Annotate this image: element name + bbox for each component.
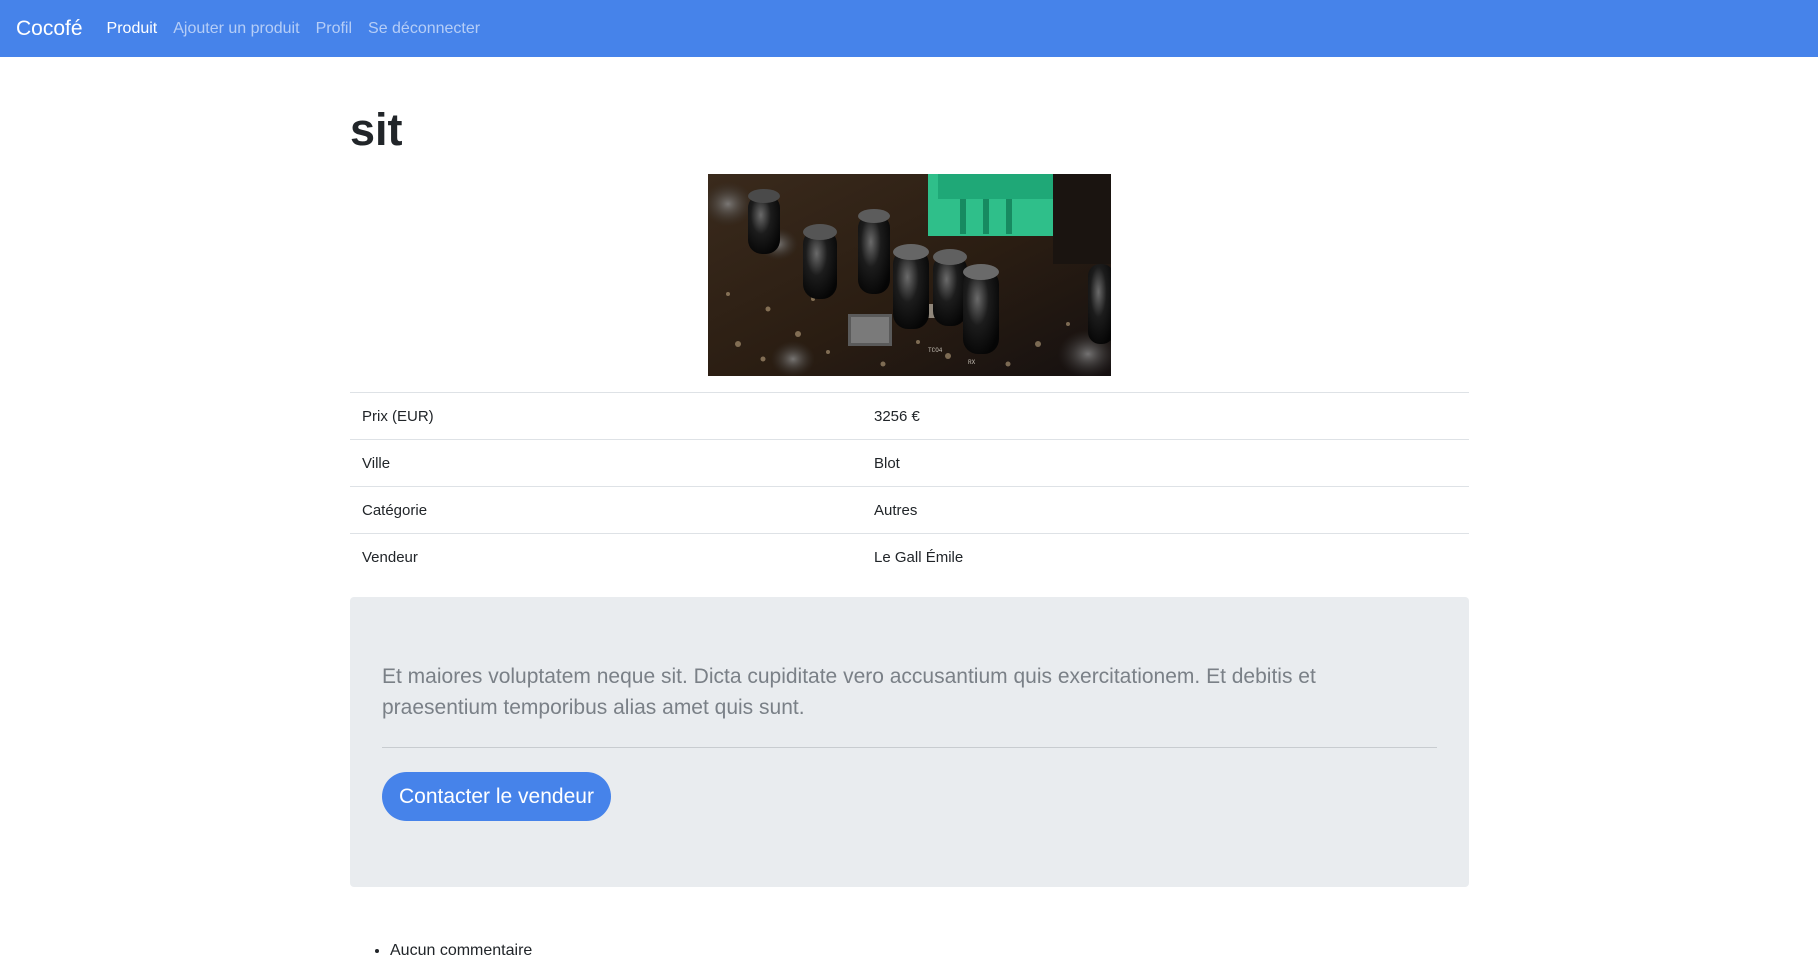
top-navbar: Cocofé Produit Ajouter un produit Profil… (0, 0, 1818, 57)
detail-label-categorie: Catégorie (350, 486, 862, 534)
product-description: Et maiores voluptatem neque sit. Dicta c… (382, 664, 1316, 719)
nav-link-produit[interactable]: Produit (107, 20, 158, 38)
product-image-wrap: TCO4 RX (350, 174, 1469, 376)
svg-text:RX: RX (968, 359, 976, 366)
product-image: TCO4 RX (708, 174, 1111, 376)
main-content: sit TCO4 RX Prix (EUR) 3256 € Ville Blot… (350, 57, 1469, 960)
product-details-table: Prix (EUR) 3256 € Ville Blot Catégorie A… (350, 392, 1469, 581)
table-row: Ville Blot (350, 439, 1469, 487)
detail-value-categorie: Autres (862, 486, 1469, 534)
page-title: sit (350, 104, 403, 155)
table-row: Vendeur Le Gall Émile (350, 533, 1469, 581)
nav-link-deconnecter[interactable]: Se déconnecter (368, 20, 480, 38)
detail-label-prix: Prix (EUR) (350, 392, 862, 440)
detail-label-ville: Ville (350, 439, 862, 487)
detail-label-vendeur: Vendeur (350, 533, 862, 581)
detail-value-vendeur: Le Gall Émile (862, 533, 1469, 581)
detail-value-ville: Blot (862, 439, 1469, 487)
brand-logo[interactable]: Cocofé (16, 17, 83, 41)
contact-seller-button[interactable]: Contacter le vendeur (382, 771, 611, 821)
list-item: Aucun commentaire (390, 942, 1469, 960)
svg-text:TCO4: TCO4 (928, 347, 943, 354)
comments-list: Aucun commentaire (350, 942, 1469, 960)
divider (382, 746, 1437, 748)
nav-link-ajouter-produit[interactable]: Ajouter un produit (173, 20, 299, 38)
table-row: Catégorie Autres (350, 486, 1469, 534)
description-panel: Et maiores voluptatem neque sit. Dicta c… (350, 596, 1469, 887)
nav-link-profil[interactable]: Profil (316, 20, 352, 38)
table-row: Prix (EUR) 3256 € (350, 392, 1469, 440)
detail-value-prix: 3256 € (862, 392, 1469, 440)
